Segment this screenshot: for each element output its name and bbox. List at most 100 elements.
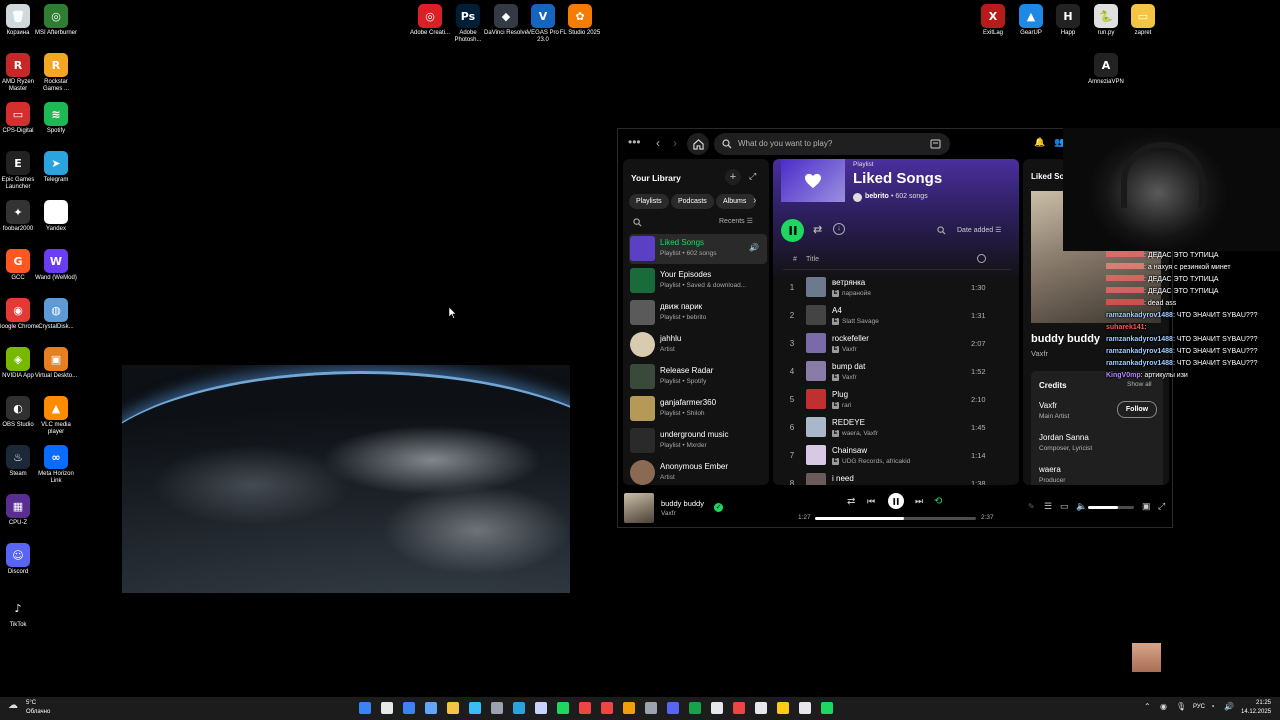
network-icon[interactable]: ◉ [1160, 702, 1167, 711]
taskbar-app-icon[interactable] [403, 702, 415, 714]
volume-icon[interactable]: 🔈 [1076, 501, 1087, 512]
taskbar-app-icon[interactable] [711, 702, 723, 714]
taskbar-app-icon[interactable] [579, 702, 591, 714]
tray-chevron-icon[interactable]: ⌃ [1144, 702, 1151, 711]
desktop-left-icon-9[interactable]: Y Yandex [34, 200, 78, 233]
taskbar-app-icon[interactable] [799, 702, 811, 714]
desktop-left-icon-7[interactable]: ➤ Telegram [34, 151, 78, 184]
player-pause-button[interactable] [888, 493, 904, 509]
track-row[interactable]: E 3 rockefeller Vaxfr 2:07 [773, 330, 1019, 358]
taskbar-app-icon[interactable] [821, 702, 833, 714]
volume-bar[interactable] [1088, 506, 1134, 509]
progress-bar[interactable] [815, 517, 976, 520]
desktop-right-icon-5[interactable]: A AmneziaVPN [1084, 53, 1128, 86]
playlist-search-icon[interactable] [937, 226, 946, 235]
language-indicator[interactable]: РУС [1193, 704, 1205, 710]
credit-name-2[interactable]: Jordan Sanna [1039, 433, 1089, 442]
taskbar-app-icon[interactable] [491, 702, 503, 714]
chips-next-icon[interactable]: › [753, 195, 756, 206]
track-row[interactable]: E 6 REDEYE waera, Vaxfr 1:45 [773, 414, 1019, 442]
repeat-icon[interactable]: ⟲ [934, 496, 942, 507]
library-search-icon[interactable] [633, 218, 642, 227]
desktop-left-icon-13[interactable]: ◍ CrystalDisk... [34, 298, 78, 331]
home-button[interactable] [687, 133, 709, 155]
track-row[interactable]: E8i need1:38 [773, 470, 1019, 485]
taskbar-app-icon[interactable] [469, 702, 481, 714]
bell-icon[interactable]: 🔔 [1034, 137, 1045, 148]
library-item[interactable]: ganjafarmer360 Playlist • Shiloh [629, 394, 767, 424]
taskbar-app-icon[interactable] [601, 702, 613, 714]
next-icon[interactable]: ⏭ [915, 496, 923, 507]
library-item[interactable]: Anonymous Ember Artist [629, 458, 767, 485]
desktop-left-icon-19[interactable]: ∞ Meta Horizon Link [34, 445, 78, 485]
library-sort[interactable]: Recents ☰ [719, 217, 753, 225]
forward-arrow-icon[interactable]: › [673, 136, 677, 150]
clock-date[interactable]: 14.12.2025 [1241, 709, 1271, 715]
desktop-left-icon-1[interactable]: ◎ MSI Afterburner [34, 4, 78, 37]
taskbar-app-icon[interactable] [667, 702, 679, 714]
taskbar-app-icon[interactable] [425, 702, 437, 714]
player-title[interactable]: buddy buddy [661, 499, 704, 508]
chip-albums[interactable]: Albums [716, 194, 756, 209]
mic-icon[interactable]: 🎙 [1176, 702, 1186, 711]
weather-desc[interactable]: Облачно [26, 709, 50, 715]
taskbar-app-icon[interactable] [513, 702, 525, 714]
show-all-link[interactable]: Show all [1127, 381, 1152, 388]
taskbar-app-icon[interactable] [777, 702, 789, 714]
taskbar-app-icon[interactable] [381, 702, 393, 714]
weather-temp[interactable]: 5°C [26, 700, 36, 706]
desktop-top-icon-4[interactable]: ✿ FL Studio 2025 [558, 4, 602, 37]
taskbar-app-icon[interactable] [535, 702, 547, 714]
library-item[interactable]: Liked Songs Playlist • 602 songs 🔊 [629, 234, 767, 264]
clock-time[interactable]: 21:25 [1256, 700, 1271, 706]
follow-button[interactable]: Follow [1117, 401, 1157, 418]
library-item[interactable]: Your Episodes Playlist • Saved & download… [629, 266, 767, 296]
track-row[interactable]: E 5 Plug rari 2:10 [773, 386, 1019, 414]
weather-icon[interactable]: ☁ [8, 700, 18, 711]
desktop-left-icon-3[interactable]: R Rockstar Games ... [34, 53, 78, 93]
taskbar-app-icon[interactable] [359, 702, 371, 714]
speaker-icon[interactable]: 🔊 [1224, 702, 1234, 711]
shuffle-icon[interactable]: ⇄ [813, 223, 822, 236]
previous-icon[interactable]: ⏮ [867, 496, 875, 507]
library-item[interactable]: underground music Playlist • Mxrder [629, 426, 767, 456]
queue-icon[interactable]: ☰ [1044, 501, 1052, 512]
miniplayer-icon[interactable]: ▣ [1142, 501, 1151, 512]
library-item[interactable]: Release Radar Playlist • Spotify [629, 362, 767, 392]
create-plus-icon[interactable]: + [725, 169, 741, 185]
track-row[interactable]: E 7 Chainsaw UDG Records, africakid 1:14 [773, 442, 1019, 470]
expand-icon[interactable]: ⤢ [749, 171, 756, 182]
fullscreen-icon[interactable]: ⤢ [1158, 501, 1165, 512]
taskbar-app-icon[interactable] [645, 702, 657, 714]
desktop-right-icon-4[interactable]: ▭ zapret [1121, 4, 1165, 37]
credit-name-1[interactable]: Vaxfr [1039, 401, 1057, 410]
desktop-left-icon-21[interactable]: ☺ Discord [0, 543, 40, 576]
wifi-icon[interactable]: ◔ [1210, 702, 1215, 711]
taskbar-app-icon[interactable] [689, 702, 701, 714]
library-title[interactable]: Your Library [631, 173, 681, 183]
playlist-sort[interactable]: Date added ☰ [957, 226, 1001, 234]
library-item[interactable]: движ парик Playlist • bebrito [629, 298, 767, 328]
taskbar-app-icon[interactable] [755, 702, 767, 714]
saved-check-icon[interactable]: ✓ [714, 503, 723, 512]
taskbar-app-icon[interactable] [557, 702, 569, 714]
track-row[interactable]: E 4 bump dat Vaxfr 1:52 [773, 358, 1019, 386]
credit-name-3[interactable]: waera [1039, 465, 1061, 474]
desktop-left-icon-15[interactable]: ▣ Virtual Deskto... [34, 347, 78, 380]
desktop-left-icon-11[interactable]: W Wand (WeMod) [34, 249, 78, 282]
pause-button[interactable] [781, 219, 804, 242]
player-shuffle-icon[interactable]: ⇄ [847, 496, 855, 507]
now-playing-artist[interactable]: Vaxfr [1031, 349, 1048, 358]
browse-icon[interactable] [930, 139, 941, 149]
track-row[interactable]: E 2 A4 Slatt Savage 1:31 [773, 302, 1019, 330]
library-item[interactable]: jahhlu Artist [629, 330, 767, 360]
back-arrow-icon[interactable]: ‹ [656, 136, 660, 150]
taskbar-app-icon[interactable] [733, 702, 745, 714]
player-artist[interactable]: Vaxfr [661, 510, 676, 517]
download-icon[interactable]: ↓ [833, 223, 845, 235]
chip-podcasts[interactable]: Podcasts [671, 194, 714, 209]
playlist-owner[interactable]: bebrito [865, 193, 889, 200]
taskbar-app-icon[interactable] [447, 702, 459, 714]
desktop-left-icon-22[interactable]: ♪ TikTok [0, 596, 40, 629]
lyrics-icon[interactable]: ✎ [1028, 502, 1035, 511]
